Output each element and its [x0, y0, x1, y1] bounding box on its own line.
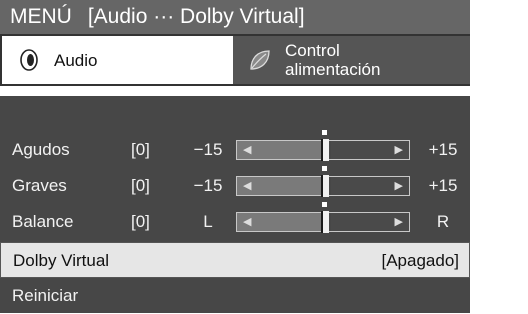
treble-label: Agudos [12, 140, 70, 159]
panel-divider [0, 86, 470, 96]
slider-thumb[interactable] [321, 211, 329, 233]
balance-slider[interactable]: ◀ ▶ [236, 202, 410, 233]
bass-label: Graves [12, 176, 67, 195]
bass-min-label: −15 [193, 176, 223, 195]
balance-value: [0] [131, 212, 150, 231]
treble-max-label: +15 [428, 140, 458, 159]
balance-label: Balance [12, 212, 74, 231]
treble-slider[interactable]: ◀ ▶ [236, 130, 410, 161]
tab-power-label-line2: alimentación [285, 60, 381, 79]
menu-window: MENÚ [Audio ··· Dolby Virtual] Audio Cont… [0, 0, 470, 313]
treble-min-label: −15 [193, 140, 223, 159]
bass-value: [0] [131, 176, 150, 195]
slider-row-balance: Balance [0] L ◀ ▶ R [0, 202, 470, 240]
slider-row-treble: Agudos [0] −15 ◀ ▶ +15 [0, 130, 470, 168]
tab-audio-label: Audio [54, 50, 98, 70]
tab-audio[interactable]: Audio [0, 34, 233, 86]
balance-min-label: L [203, 212, 213, 231]
reset-label: Reiniciar [12, 286, 79, 305]
leaf-icon [250, 50, 270, 70]
slider-thumb[interactable] [321, 139, 329, 161]
arrow-right-icon: ▶ [394, 144, 403, 156]
slider-center-tick [322, 166, 327, 171]
title-bar: MENÚ [Audio ··· Dolby Virtual] [0, 0, 470, 34]
tab-power-control[interactable]: Control alimentación [233, 34, 470, 86]
slider-center-tick [322, 130, 327, 135]
tab-power-label-line1: Control [285, 41, 340, 60]
audio-icon [20, 49, 38, 71]
slider-center-tick [322, 202, 327, 207]
arrow-right-icon: ▶ [394, 216, 403, 228]
treble-value: [0] [131, 140, 150, 159]
tab-power-label: Control alimentación [285, 41, 380, 79]
slider-thumb[interactable] [321, 175, 329, 197]
arrow-left-icon: ◀ [243, 216, 252, 228]
arrow-left-icon: ◀ [243, 144, 252, 156]
arrow-left-icon: ◀ [243, 180, 252, 192]
bass-max-label: +15 [428, 176, 458, 195]
balance-max-label: R [436, 212, 450, 231]
breadcrumb: [Audio ··· Dolby Virtual] [87, 5, 305, 28]
option-dolby-virtual[interactable]: Dolby Virtual [Apagado] [0, 242, 470, 278]
menu-title: MENÚ [10, 5, 72, 28]
bass-slider[interactable]: ◀ ▶ [236, 166, 410, 197]
arrow-right-icon: ▶ [394, 180, 403, 192]
dolby-virtual-label: Dolby Virtual [13, 251, 110, 270]
option-reset[interactable]: Reiniciar [0, 278, 470, 314]
dolby-virtual-value: [Apagado] [381, 251, 459, 270]
slider-row-bass: Graves [0] −15 ◀ ▶ +15 [0, 166, 470, 204]
